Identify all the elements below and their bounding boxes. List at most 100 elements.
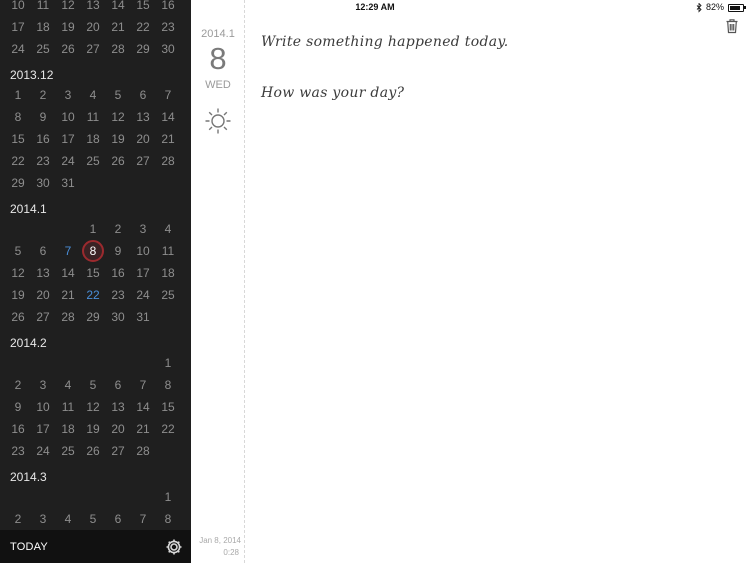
calendar-day[interactable]: 18 bbox=[57, 418, 79, 440]
sun-icon[interactable] bbox=[204, 107, 232, 135]
calendar-day[interactable]: 18 bbox=[82, 128, 104, 150]
calendar-day[interactable]: 28 bbox=[157, 150, 179, 172]
calendar-day[interactable]: 26 bbox=[57, 38, 79, 60]
calendar-day[interactable]: 20 bbox=[82, 16, 104, 38]
calendar-day[interactable]: 30 bbox=[107, 306, 129, 328]
calendar-day[interactable]: 25 bbox=[32, 38, 54, 60]
calendar-day[interactable]: 8 bbox=[7, 106, 29, 128]
calendar-day[interactable]: 22 bbox=[7, 150, 29, 172]
calendar-day[interactable]: 23 bbox=[157, 16, 179, 38]
calendar-day[interactable]: 16 bbox=[32, 128, 54, 150]
today-button[interactable]: TODAY bbox=[10, 540, 48, 554]
calendar-day[interactable]: 10 bbox=[132, 240, 154, 262]
calendar-day[interactable]: 7 bbox=[132, 374, 154, 396]
calendar-day[interactable]: 11 bbox=[57, 396, 79, 418]
calendar-day[interactable]: 2 bbox=[32, 84, 54, 106]
calendar-day[interactable]: 7 bbox=[132, 508, 154, 530]
calendar-day[interactable]: 3 bbox=[57, 84, 79, 106]
calendar-day[interactable]: 5 bbox=[82, 508, 104, 530]
calendar-day[interactable]: 18 bbox=[157, 262, 179, 284]
calendar-day[interactable]: 21 bbox=[132, 418, 154, 440]
calendar-day[interactable]: 21 bbox=[157, 128, 179, 150]
calendar-day[interactable]: 6 bbox=[32, 240, 54, 262]
calendar-day[interactable]: 11 bbox=[82, 106, 104, 128]
calendar-day[interactable]: 23 bbox=[7, 440, 29, 462]
calendar-day[interactable]: 5 bbox=[7, 240, 29, 262]
calendar-day[interactable]: 19 bbox=[57, 16, 79, 38]
calendar-day[interactable]: 24 bbox=[57, 150, 79, 172]
calendar-day[interactable]: 27 bbox=[132, 150, 154, 172]
calendar-day[interactable]: 24 bbox=[132, 284, 154, 306]
calendar-day[interactable]: 30 bbox=[32, 172, 54, 194]
calendar-day[interactable]: 20 bbox=[107, 418, 129, 440]
calendar-day[interactable]: 15 bbox=[157, 396, 179, 418]
calendar-day[interactable]: 6 bbox=[107, 508, 129, 530]
calendar-day[interactable]: 13 bbox=[107, 396, 129, 418]
calendar-day[interactable]: 12 bbox=[82, 396, 104, 418]
calendar-day[interactable]: 3 bbox=[32, 374, 54, 396]
calendar-day[interactable]: 14 bbox=[157, 106, 179, 128]
calendar-day[interactable]: 26 bbox=[7, 306, 29, 328]
calendar-day[interactable]: 17 bbox=[7, 16, 29, 38]
calendar-day[interactable]: 28 bbox=[57, 306, 79, 328]
calendar-day[interactable]: 2 bbox=[107, 218, 129, 240]
calendar-day[interactable]: 17 bbox=[32, 418, 54, 440]
calendar-day[interactable]: 14 bbox=[57, 262, 79, 284]
calendar-day[interactable]: 28 bbox=[132, 440, 154, 462]
calendar-day[interactable]: 29 bbox=[7, 172, 29, 194]
calendar-day[interactable]: 27 bbox=[32, 306, 54, 328]
calendar-day[interactable]: 26 bbox=[107, 150, 129, 172]
calendar-day[interactable]: 22 bbox=[157, 418, 179, 440]
calendar-day[interactable]: 4 bbox=[157, 218, 179, 240]
calendar-day[interactable]: 6 bbox=[132, 84, 154, 106]
calendar-day[interactable]: 4 bbox=[82, 84, 104, 106]
calendar-day[interactable]: 28 bbox=[107, 38, 129, 60]
calendar-day[interactable]: 19 bbox=[82, 418, 104, 440]
calendar-day[interactable]: 24 bbox=[7, 38, 29, 60]
calendar-day[interactable]: 17 bbox=[57, 128, 79, 150]
calendar-day[interactable]: 12 bbox=[107, 106, 129, 128]
calendar-day[interactable]: 16 bbox=[7, 418, 29, 440]
calendar-day[interactable]: 31 bbox=[57, 172, 79, 194]
calendar-day[interactable]: 29 bbox=[132, 38, 154, 60]
calendar-day[interactable]: 24 bbox=[32, 440, 54, 462]
calendar-day[interactable]: 20 bbox=[32, 284, 54, 306]
calendar-day[interactable]: 7 bbox=[57, 240, 79, 262]
calendar-day[interactable]: 18 bbox=[32, 16, 54, 38]
calendar-day[interactable]: 16 bbox=[107, 262, 129, 284]
calendar-day[interactable]: 23 bbox=[32, 150, 54, 172]
calendar-day[interactable]: 22 bbox=[132, 16, 154, 38]
calendar-day[interactable]: 9 bbox=[32, 106, 54, 128]
calendar-day[interactable]: 31 bbox=[132, 306, 154, 328]
calendar-day[interactable]: 29 bbox=[82, 306, 104, 328]
calendar-day[interactable]: 25 bbox=[157, 284, 179, 306]
calendar-day[interactable]: 8 bbox=[157, 374, 179, 396]
calendar-day[interactable]: 25 bbox=[57, 440, 79, 462]
calendar-day[interactable]: 1 bbox=[7, 84, 29, 106]
calendar-day[interactable]: 25 bbox=[82, 150, 104, 172]
trash-icon[interactable] bbox=[725, 18, 739, 34]
calendar-day[interactable]: 8 bbox=[157, 508, 179, 530]
calendar-day[interactable]: 19 bbox=[7, 284, 29, 306]
calendar-day[interactable]: 15 bbox=[7, 128, 29, 150]
gear-icon[interactable] bbox=[164, 537, 184, 557]
calendar-day[interactable]: 12 bbox=[7, 262, 29, 284]
calendar-day[interactable]: 9 bbox=[107, 240, 129, 262]
calendar-day[interactable]: 17 bbox=[132, 262, 154, 284]
calendar-day[interactable]: 27 bbox=[107, 440, 129, 462]
calendar-day[interactable]: 4 bbox=[57, 508, 79, 530]
calendar-day[interactable]: 26 bbox=[82, 440, 104, 462]
calendar-day[interactable]: 21 bbox=[107, 16, 129, 38]
calendar-day[interactable]: 13 bbox=[132, 106, 154, 128]
calendar-day[interactable]: 9 bbox=[7, 396, 29, 418]
calendar-day[interactable]: 23 bbox=[107, 284, 129, 306]
calendar-day[interactable]: 4 bbox=[57, 374, 79, 396]
calendar-day[interactable]: 11 bbox=[157, 240, 179, 262]
calendar-day[interactable]: 10 bbox=[32, 396, 54, 418]
calendar-day[interactable]: 30 bbox=[157, 38, 179, 60]
calendar-day[interactable]: 5 bbox=[107, 84, 129, 106]
journal-line-2[interactable]: How was your day? bbox=[261, 85, 404, 101]
calendar-day[interactable]: 1 bbox=[82, 218, 104, 240]
calendar-day[interactable]: 13 bbox=[32, 262, 54, 284]
calendar-day[interactable]: 3 bbox=[132, 218, 154, 240]
